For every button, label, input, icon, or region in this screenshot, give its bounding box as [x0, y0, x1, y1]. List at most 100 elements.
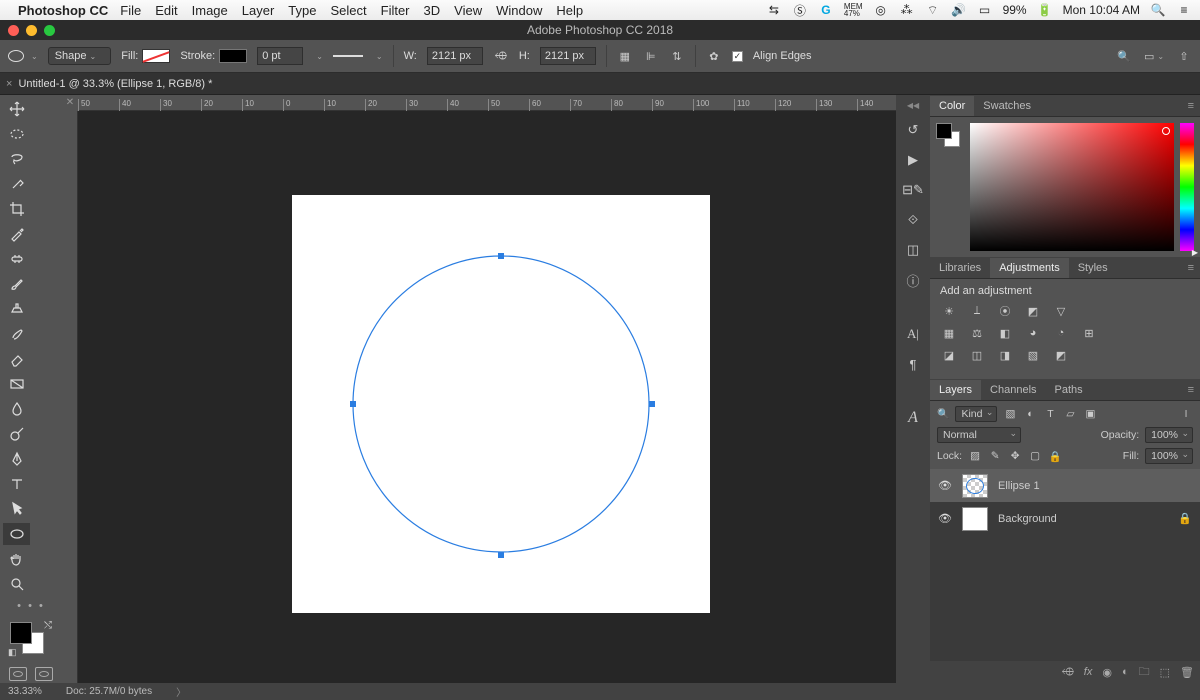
default-colors-icon[interactable]: ◧ [8, 647, 17, 658]
app-name[interactable]: Photoshop CC [18, 3, 108, 18]
tab-styles[interactable]: Styles [1069, 258, 1117, 278]
lookup-icon[interactable]: ⊞ [1080, 325, 1098, 341]
tray-icon[interactable]: ⇆ [766, 3, 782, 17]
filter-smart-icon[interactable]: ▣ [1083, 407, 1097, 421]
wifi-icon[interactable]: ⌔ [925, 3, 941, 18]
lock-pixel-icon[interactable]: ✎ [988, 449, 1002, 463]
lock-pos-icon[interactable]: ✥ [1008, 449, 1022, 463]
filter-shape-icon[interactable]: ▱ [1063, 407, 1077, 421]
layer-row[interactable]: 👁 Background 🔒 [930, 502, 1200, 535]
panel-menu-icon[interactable]: ≡ [1182, 384, 1200, 396]
spotlight-icon[interactable]: 🔍 [1150, 3, 1166, 17]
filter-adjust-icon[interactable]: ◐ [1023, 407, 1037, 421]
mask-icon[interactable]: ◉ [1102, 666, 1112, 679]
clone-source-icon[interactable]: ◫ [903, 240, 923, 260]
character-panel-icon[interactable]: A| [903, 324, 923, 344]
menu-edit[interactable]: Edit [155, 3, 177, 18]
tab-layers[interactable]: Layers [930, 380, 981, 400]
layer-filter-kind[interactable]: Kind [955, 406, 997, 422]
lock-all-icon[interactable]: 🔒 [1048, 449, 1062, 463]
close-tab-icon[interactable]: × [6, 78, 12, 90]
paragraph-panel-icon[interactable]: ¶ [903, 354, 923, 374]
link-icon[interactable]: ⬲ [493, 48, 509, 64]
brushes-panel-icon[interactable]: ⊟✎ [903, 180, 923, 200]
volume-icon[interactable]: 🔊 [951, 3, 967, 17]
visibility-icon[interactable]: 👁 [938, 479, 952, 492]
panel-menu-icon[interactable]: ≡ [1182, 100, 1200, 112]
quick-mask-icon[interactable] [9, 667, 27, 681]
zoom-level[interactable]: 33.33% [8, 686, 42, 697]
filter-toggle[interactable]: ⏽ [1179, 407, 1193, 421]
dodge-tool[interactable] [3, 423, 30, 445]
chevron-down-icon[interactable]: ⌄ [316, 52, 323, 61]
menu-help[interactable]: Help [556, 3, 583, 18]
filter-type-icon[interactable]: T [1043, 407, 1057, 421]
doc-size[interactable]: Doc: 25.7M/0 bytes [66, 686, 152, 697]
history-panel-icon[interactable]: ↺ [903, 120, 923, 140]
posterize-icon[interactable]: ◫ [968, 347, 986, 363]
lasso-tool[interactable] [3, 148, 30, 170]
screen-mode-icon[interactable] [35, 667, 53, 681]
eraser-tool[interactable] [3, 348, 30, 370]
display-icon[interactable]: ▭ [977, 3, 993, 17]
color-field[interactable] [970, 123, 1174, 251]
layer-thumb[interactable] [962, 474, 988, 498]
exposure-icon[interactable]: ◩ [1024, 303, 1042, 319]
tool-mode-select[interactable]: Shape⌄ [48, 47, 112, 65]
search-icon[interactable]: 🔍 [1116, 48, 1132, 64]
history-brush-tool[interactable] [3, 323, 30, 345]
path-ops-icon[interactable]: ▦ [617, 48, 633, 64]
hue-icon[interactable]: ▦ [940, 325, 958, 341]
layer-row[interactable]: 👁 Ellipse 1 [930, 469, 1200, 502]
eyedropper-tool[interactable] [3, 223, 30, 245]
glyphs-panel-icon[interactable]: A [903, 408, 923, 428]
layer-thumb[interactable] [962, 507, 988, 531]
info-panel-icon[interactable]: ⓘ [903, 270, 923, 290]
gear-icon[interactable]: ✿ [706, 48, 722, 64]
lock-icon[interactable]: 🔒 [1178, 512, 1192, 525]
fill-input[interactable]: 100% [1145, 448, 1193, 464]
minimize-window-button[interactable] [26, 25, 37, 36]
menu-view[interactable]: View [454, 3, 482, 18]
swap-colors-icon[interactable]: ⤭ [44, 620, 52, 631]
clone-stamp-tool[interactable] [3, 298, 30, 320]
ruler-vertical[interactable] [62, 111, 78, 683]
mem-indicator[interactable]: MEM47% [844, 3, 863, 17]
layer-name[interactable]: Ellipse 1 [998, 480, 1040, 492]
photo-filter-icon[interactable]: ◕ [1024, 325, 1042, 341]
threshold-icon[interactable]: ◨ [996, 347, 1014, 363]
fill-swatch[interactable] [142, 49, 170, 63]
menu-type[interactable]: Type [288, 3, 316, 18]
adjustment-layer-icon[interactable]: ◐ [1122, 666, 1129, 678]
filter-pixel-icon[interactable]: ▧ [1003, 407, 1017, 421]
battery-icon[interactable]: 🔋 [1037, 3, 1053, 17]
link-layers-icon[interactable]: ⬲ [1062, 666, 1074, 679]
blur-tool[interactable] [3, 398, 30, 420]
zoom-tool[interactable] [3, 573, 30, 595]
group-icon[interactable]: 🗀 [1139, 663, 1150, 682]
height-input[interactable] [540, 47, 596, 65]
blend-mode-select[interactable]: Normal [937, 427, 1021, 443]
fx-icon[interactable]: fx [1084, 666, 1093, 678]
brush-settings-icon[interactable]: ⟐ [903, 210, 923, 230]
ruler-horizontal[interactable]: 5040302010010203040506070809010011012013… [78, 95, 896, 111]
shape-tool[interactable] [3, 523, 30, 545]
width-input[interactable] [427, 47, 483, 65]
channel-mixer-icon[interactable]: ◔ [1052, 325, 1070, 341]
logitech-icon[interactable]: G [818, 3, 834, 17]
align-icon[interactable]: ⊫ [643, 48, 659, 64]
panel-menu-icon[interactable]: ≡ [1182, 262, 1200, 274]
align-edges-checkbox[interactable]: ✓ [732, 51, 743, 62]
menu-filter[interactable]: Filter [381, 3, 410, 18]
gradient-map-icon[interactable]: ▧ [1024, 347, 1042, 363]
menu-icon[interactable]: ≡ [1176, 3, 1192, 17]
hue-strip[interactable] [1180, 123, 1194, 251]
status-menu-icon[interactable]: 〉 [176, 684, 186, 699]
arrange-icon[interactable]: ⇅ [669, 48, 685, 64]
hand-tool[interactable] [3, 548, 30, 570]
gradient-tool[interactable] [3, 373, 30, 395]
tool-preset[interactable]: ⌄ [8, 50, 38, 62]
tab-channels[interactable]: Channels [981, 380, 1045, 400]
color-chips[interactable]: ⤭ ◧ [6, 620, 56, 658]
tray-icon[interactable]: Ⓢ [792, 2, 808, 19]
